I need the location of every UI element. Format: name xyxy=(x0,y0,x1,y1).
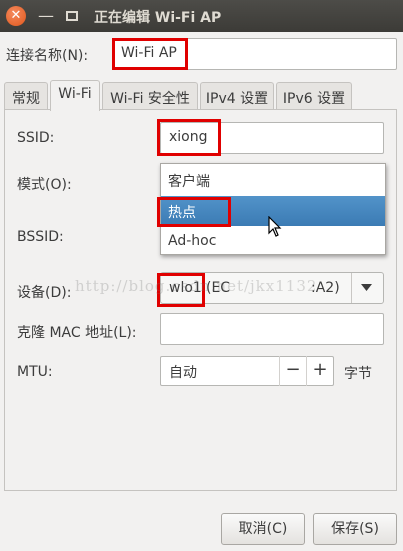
connection-name-label: 连接名称(N): xyxy=(6,48,89,64)
tab-ipv6[interactable]: IPv6 设置 xyxy=(276,82,352,110)
tab-general[interactable]: 常规 xyxy=(4,82,48,110)
maximize-icon[interactable] xyxy=(62,6,82,26)
clone-mac-input[interactable] xyxy=(160,313,384,345)
close-icon[interactable]: ✕ xyxy=(6,6,26,26)
mtu-value: 自动 xyxy=(169,365,197,381)
highlight-box xyxy=(157,197,231,227)
combo-separator xyxy=(351,273,352,303)
minimize-icon[interactable]: — xyxy=(36,6,56,26)
window-title: 正在编辑 Wi-Fi AP xyxy=(94,10,222,26)
mtu-label: MTU: xyxy=(17,364,53,380)
tab-bar: 常规 Wi-Fi Wi-Fi 安全性 IPv4 设置 IPv6 设置 xyxy=(4,80,399,111)
mtu-increment-button[interactable]: + xyxy=(306,356,333,386)
cancel-button[interactable]: 取消(C) xyxy=(221,513,305,545)
mode-option-client[interactable]: 客户端 xyxy=(161,165,385,195)
mtu-unit-label: 字节 xyxy=(344,366,372,382)
save-button[interactable]: 保存(S) xyxy=(313,513,397,545)
pointer-cursor-icon xyxy=(268,216,282,237)
mode-label: 模式(O): xyxy=(17,177,72,193)
tab-wifi-security[interactable]: Wi-Fi 安全性 xyxy=(102,82,198,110)
bssid-label: BSSID: xyxy=(17,229,64,245)
highlight-box xyxy=(112,38,188,70)
highlight-box xyxy=(157,119,221,156)
ssid-label: SSID: xyxy=(17,130,55,146)
watermark-text: http://blog.csdn.net/jkx1132 xyxy=(75,277,318,295)
clone-mac-label: 克隆 MAC 地址(L): xyxy=(17,325,137,341)
chevron-down-icon[interactable] xyxy=(361,284,372,292)
device-label: 设备(D): xyxy=(17,285,72,301)
tab-wifi[interactable]: Wi-Fi xyxy=(50,80,100,111)
tab-ipv4[interactable]: IPv4 设置 xyxy=(200,82,274,110)
mtu-decrement-button[interactable]: − xyxy=(279,356,306,386)
title-bar: ✕ — 正在编辑 Wi-Fi AP xyxy=(0,0,403,32)
